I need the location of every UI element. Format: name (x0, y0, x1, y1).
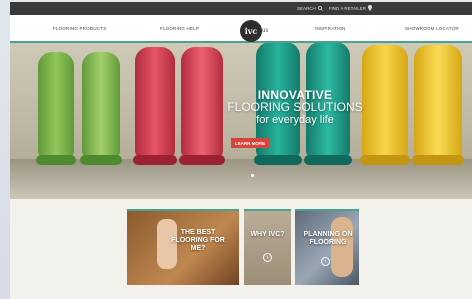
tile-why-ivc[interactable]: WHY IVC? › (244, 209, 291, 285)
yellow-boot-right (412, 45, 464, 165)
woman-figure (331, 217, 353, 277)
logo-suffix: us (262, 28, 269, 34)
tile-planning-text: PLANNING ON FLOORING (303, 231, 353, 246)
logo-text: ivc (244, 26, 258, 36)
nav-flooring-help[interactable]: FLOORING HELP (160, 26, 199, 31)
hero-line-2: FLOORING SOLUTIONS (227, 100, 363, 114)
green-boot-left (36, 52, 76, 165)
hero-banner: INNOVATIVE FLOORING SOLUTIONS for everyd… (10, 43, 472, 199)
main-nav: FLOORING PRODUCTS FLOORING HELP ivc us I… (10, 15, 472, 43)
find-retailer-label: FIND A RETAILER (328, 5, 366, 11)
carousel-dot[interactable] (251, 174, 254, 177)
search-label: SEARCH (297, 5, 316, 11)
find-retailer-link[interactable]: FIND A RETAILER (329, 5, 372, 11)
tile-planning[interactable]: PLANNING ON FLOORING › (295, 209, 359, 285)
nav-inspiration[interactable]: INSPIRATION (315, 26, 346, 31)
ivc-logo[interactable]: ivc (240, 20, 262, 42)
utility-bar: SEARCH FIND A RETAILER (10, 2, 472, 15)
green-boot-right (80, 52, 122, 165)
map-pin-icon (368, 5, 372, 11)
webpage: SEARCH FIND A RETAILER FLOORING PRODUCTS… (10, 2, 472, 299)
tile-best-flooring-text: THE BEST FLOORING FOR ME? (171, 229, 225, 252)
arrow-right-icon: › (321, 257, 330, 266)
learn-more-button[interactable]: LEARN MORE (231, 138, 269, 148)
nav-flooring-products[interactable]: FLOORING PRODUCTS (53, 26, 106, 31)
tile-why-ivc-text: WHY IVC? (250, 231, 285, 238)
tile-best-flooring[interactable]: THE BEST FLOORING FOR ME? (127, 209, 239, 285)
red-boot-right (179, 47, 225, 165)
browser-frame: SEARCH FIND A RETAILER FLOORING PRODUCTS… (0, 0, 472, 299)
hero-headline: INNOVATIVE FLOORING SOLUTIONS for everyd… (220, 89, 370, 126)
arrow-right-icon: › (263, 253, 272, 262)
hero-line-3: for everyday life (256, 114, 334, 126)
search-link[interactable]: SEARCH (297, 6, 323, 11)
red-boot-left (133, 47, 177, 165)
hero-floor (10, 159, 472, 199)
nav-showroom-locator[interactable]: SHOWROOM LOCATOR (405, 26, 459, 31)
search-icon (317, 5, 323, 11)
